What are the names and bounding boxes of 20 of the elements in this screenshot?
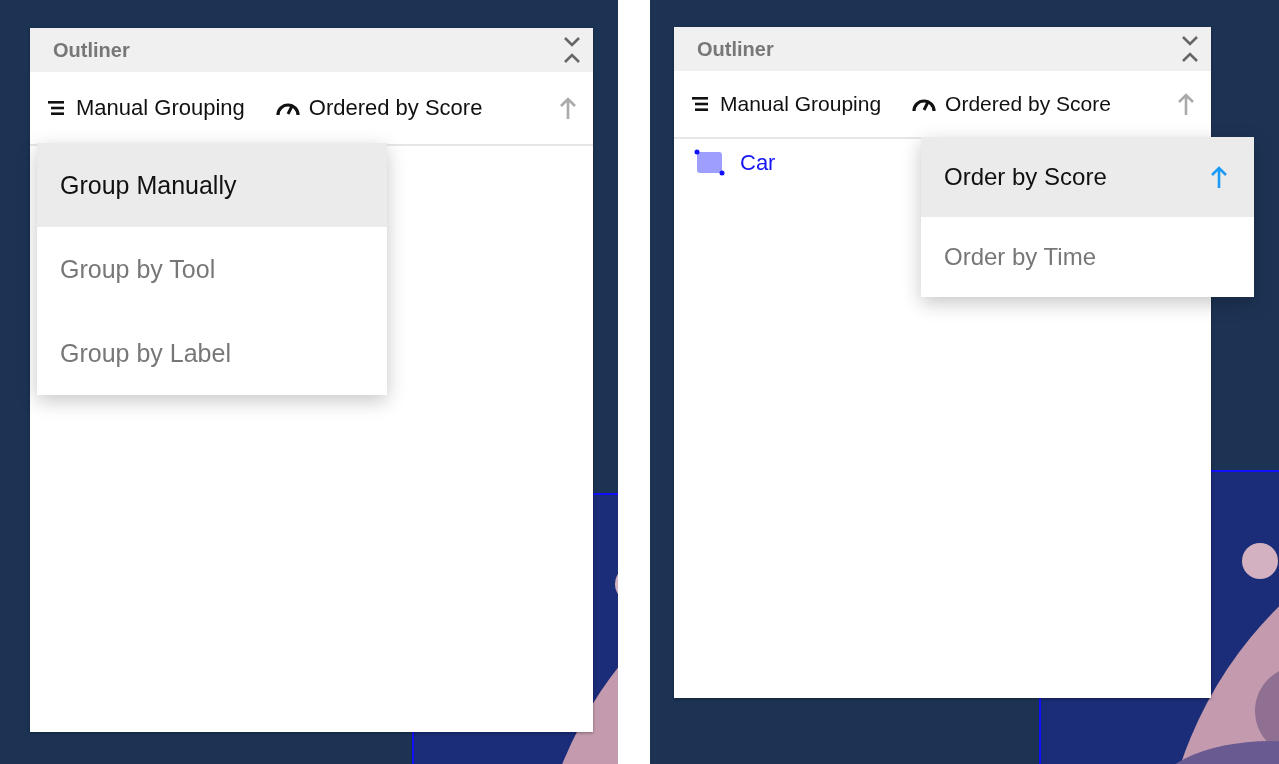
menu-option[interactable]: Group by Label — [37, 311, 387, 395]
panel-title: Outliner — [697, 37, 774, 61]
menu-option[interactable]: Order by Time — [921, 217, 1254, 297]
up-arrow-icon — [1177, 92, 1195, 116]
menu-option[interactable]: Order by Score — [921, 137, 1254, 217]
ordering-button[interactable]: Ordered by Score — [911, 88, 1111, 120]
up-arrow-icon — [559, 96, 577, 120]
menu-option[interactable]: Group by Tool — [37, 227, 387, 311]
bounding-box-icon — [694, 149, 726, 177]
collapse-icon[interactable] — [1181, 34, 1199, 64]
gauge-icon — [274, 100, 301, 116]
grouping-button[interactable]: Manual Grouping — [48, 91, 245, 125]
menu-option[interactable]: Group Manually — [37, 143, 387, 227]
ordering-button[interactable]: Ordered by Score — [274, 91, 483, 125]
grouping-button[interactable]: Manual Grouping — [692, 88, 882, 120]
gauge-icon — [911, 96, 938, 112]
outliner-item[interactable]: Car — [740, 150, 776, 176]
collapse-icon[interactable] — [563, 35, 581, 65]
panel-title: Outliner — [53, 38, 130, 62]
up-arrow-icon — [1210, 165, 1228, 189]
